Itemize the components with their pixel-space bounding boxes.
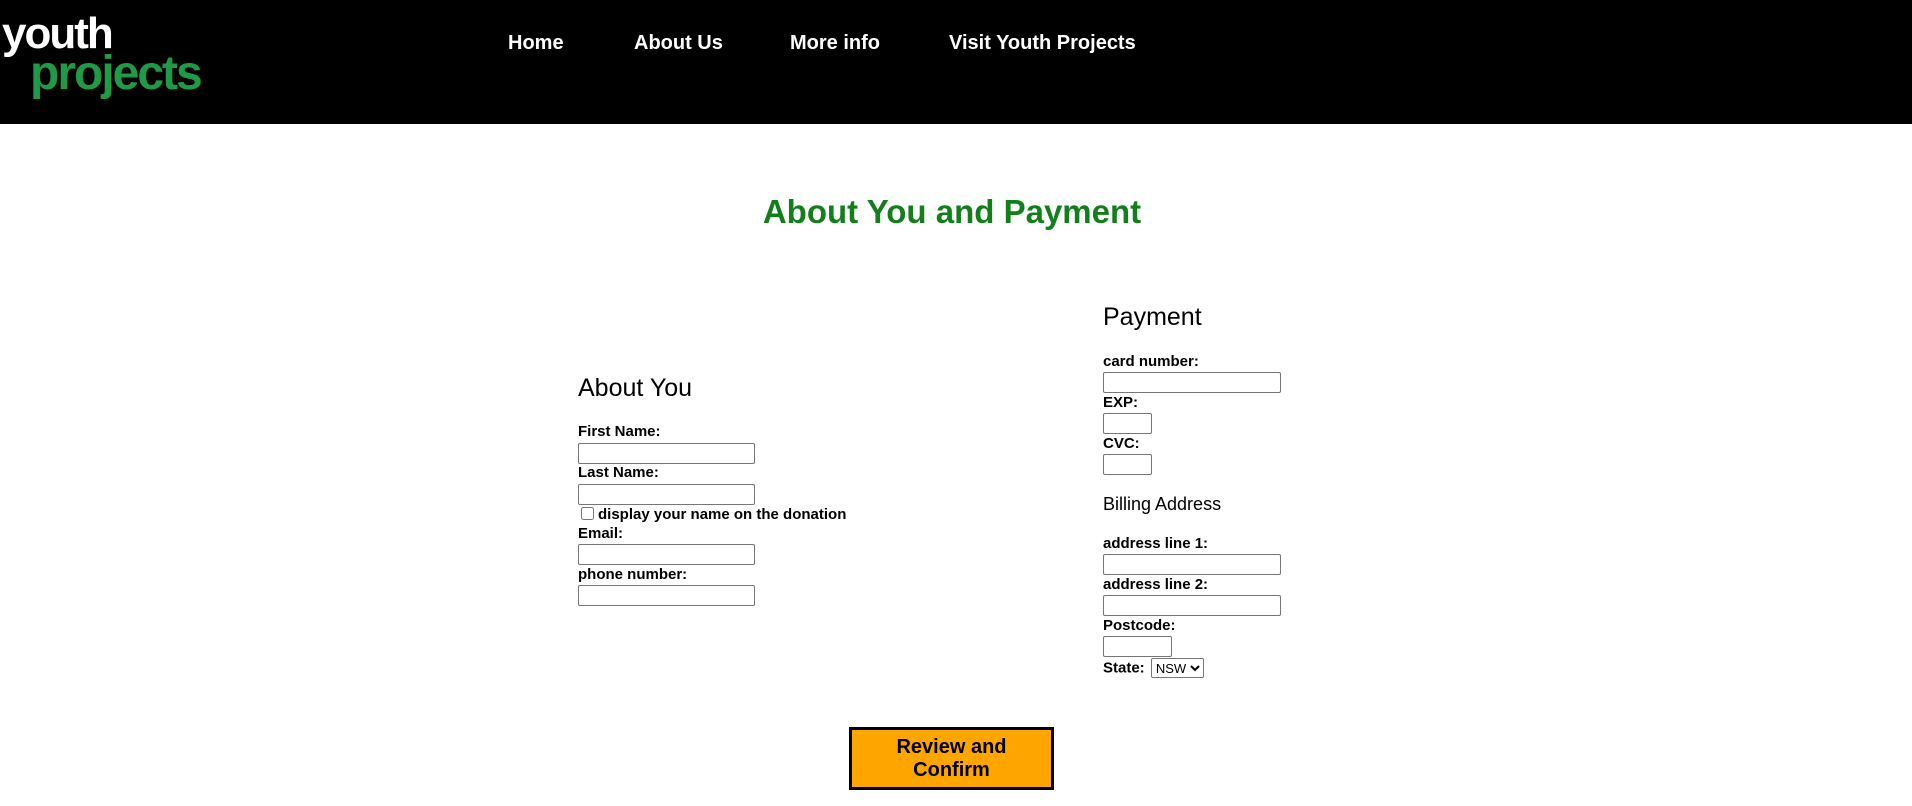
email-label: Email: <box>578 525 624 542</box>
review-and-confirm-button[interactable]: Review and Confirm <box>849 727 1054 790</box>
cvc-label: CVC: <box>1103 435 1140 452</box>
exp-field[interactable] <box>1103 413 1152 434</box>
phone-number-field[interactable] <box>578 585 755 606</box>
about-you-heading: About You <box>578 374 693 402</box>
address-line-1-label: address line 1: <box>1103 535 1209 552</box>
nav-about-us-link[interactable]: About Us <box>634 32 723 55</box>
display-name-checkbox[interactable] <box>581 507 594 520</box>
phone-number-label: phone number: <box>578 566 688 583</box>
postcode-field[interactable] <box>1103 636 1172 657</box>
card-number-field[interactable] <box>1103 372 1281 393</box>
first-name-field[interactable] <box>578 443 755 464</box>
address-line-2-label: address line 2: <box>1103 576 1209 593</box>
card-number-label: card number: <box>1103 353 1199 370</box>
billing-address-heading: Billing Address <box>1103 494 1222 514</box>
payment-heading: Payment <box>1103 303 1202 331</box>
state-row: State: NSW <box>1103 658 1204 678</box>
nav-home-link[interactable]: Home <box>508 32 564 55</box>
nav-more-info-link[interactable]: More info <box>790 32 880 55</box>
email-field[interactable] <box>578 544 755 565</box>
address-line-2-field[interactable] <box>1103 595 1281 616</box>
state-label: State: <box>1103 659 1145 677</box>
cvc-field[interactable] <box>1103 454 1152 475</box>
first-name-label: First Name: <box>578 423 661 440</box>
address-line-1-field[interactable] <box>1103 554 1281 575</box>
display-name-option: display your name on the donation <box>578 506 846 523</box>
site-header: youth projects Home About Us More info V… <box>0 0 1912 124</box>
postcode-label: Postcode: <box>1103 617 1176 634</box>
display-name-label: display your name on the donation <box>598 506 847 523</box>
exp-label: EXP: <box>1103 394 1139 411</box>
nav-visit-youth-projects-link[interactable]: Visit Youth Projects <box>949 32 1136 55</box>
logo-line-2: projects <box>30 47 203 100</box>
youth-projects-logo[interactable]: youth projects <box>2 12 203 100</box>
state-select[interactable]: NSW <box>1150 658 1204 678</box>
last-name-field[interactable] <box>578 484 755 505</box>
page-title: About You and Payment <box>762 193 1142 230</box>
last-name-label: Last Name: <box>578 464 659 481</box>
